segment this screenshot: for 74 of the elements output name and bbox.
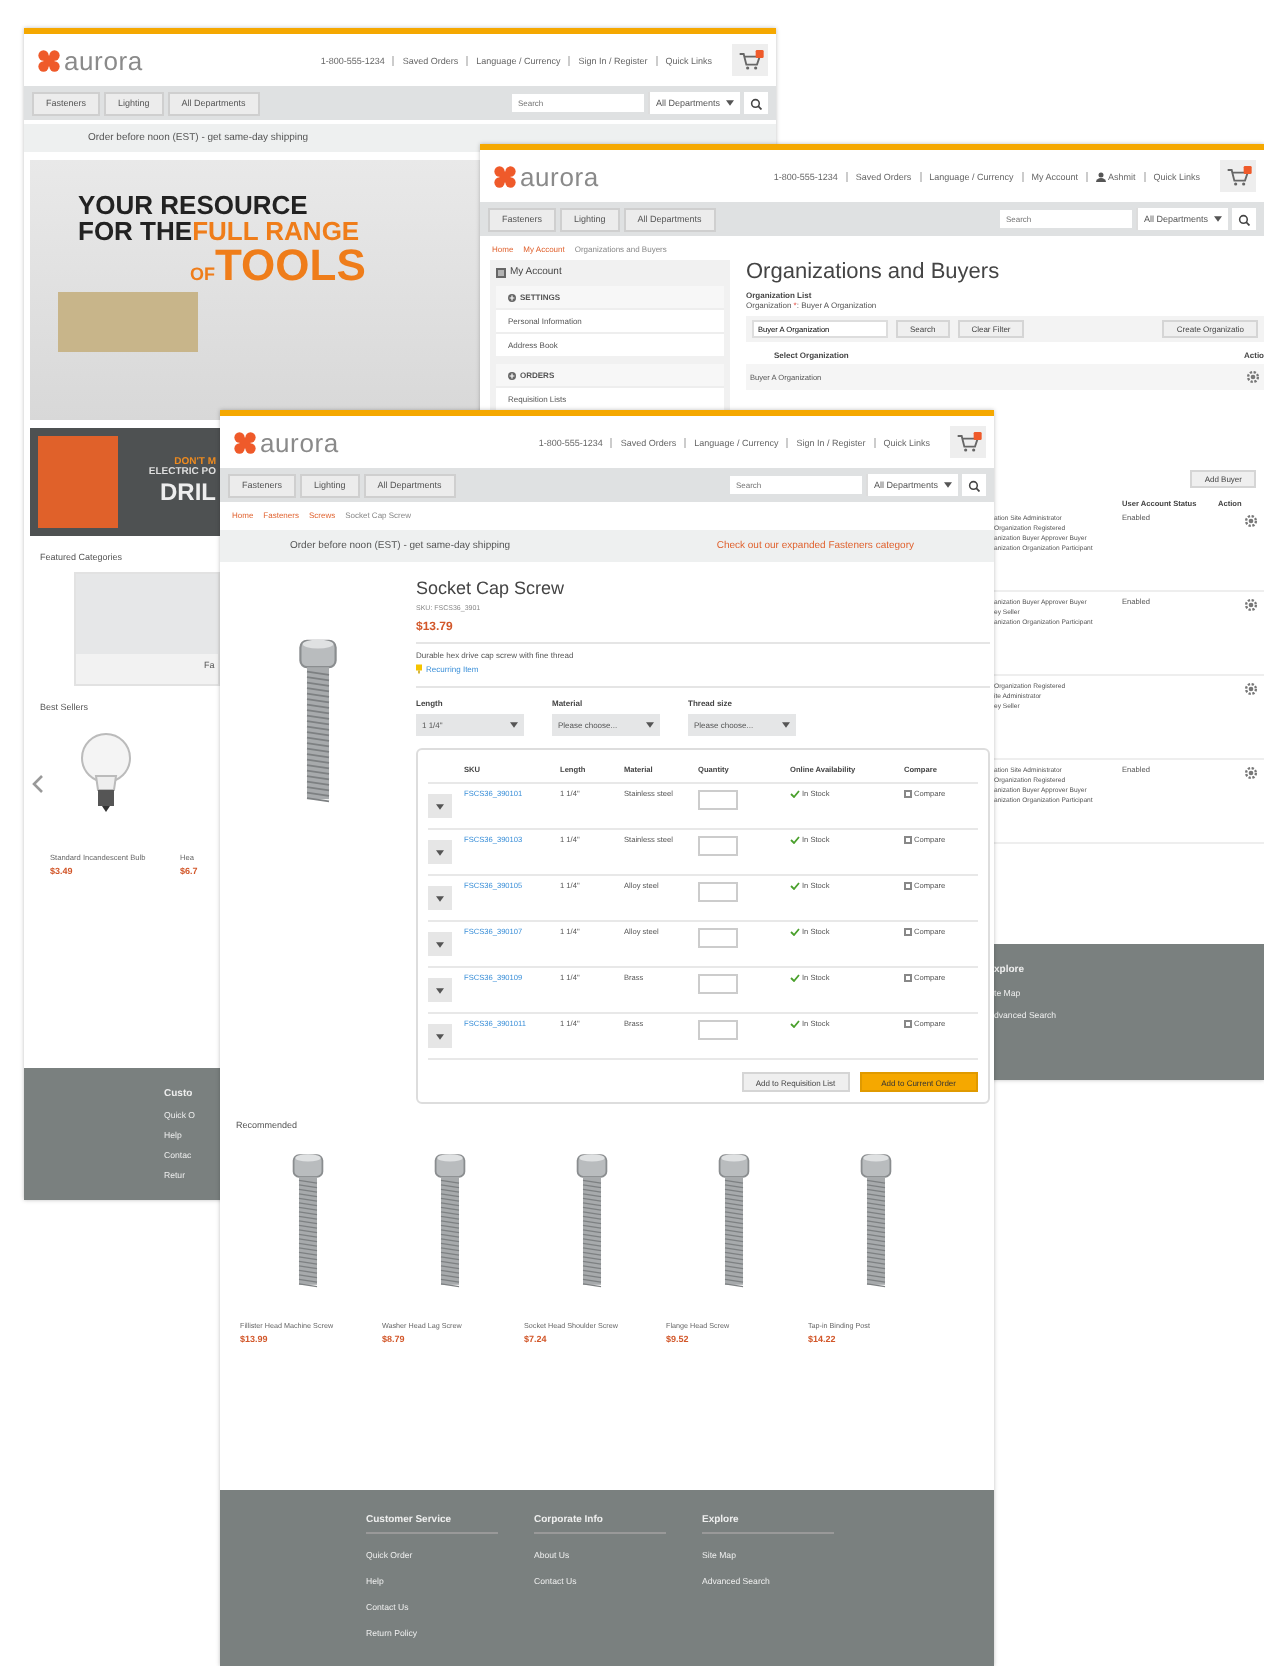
logo-text[interactable]: aurora [64, 45, 143, 75]
caret-icon [782, 722, 790, 728]
check-icon [790, 836, 800, 844]
expand-button[interactable] [428, 1024, 452, 1048]
logo-icon[interactable] [38, 49, 60, 71]
caret-icon [1214, 216, 1222, 222]
compare-checkbox[interactable] [904, 928, 912, 936]
check-icon [790, 882, 800, 890]
expand-button[interactable] [428, 886, 452, 910]
cart-icon [737, 50, 763, 70]
drill-photo-placeholder [38, 436, 118, 528]
search-button[interactable] [1232, 208, 1256, 230]
chevron-down-icon [436, 1033, 444, 1039]
nuts-photo-placeholder [76, 574, 218, 654]
banner-text: DRIL [160, 479, 216, 507]
compare-checkbox[interactable] [904, 1020, 912, 1028]
chevron-left-icon[interactable] [32, 774, 44, 794]
search-icon [750, 97, 762, 109]
quantity-field[interactable] [698, 1020, 738, 1040]
logo-text[interactable]: aurora [520, 161, 599, 191]
product-title: Socket Cap Screw [416, 578, 567, 598]
gear-icon[interactable] [1244, 598, 1258, 612]
caret-icon [646, 722, 654, 728]
tools-photo-placeholder [58, 292, 198, 352]
search-icon [968, 479, 980, 491]
logo-icon[interactable] [494, 165, 516, 187]
quantity-field[interactable] [698, 974, 738, 994]
check-icon [790, 790, 800, 798]
page-title: Organizations and Buyers [746, 260, 1002, 284]
search-button[interactable] [962, 474, 986, 496]
expand-button[interactable] [428, 932, 452, 956]
compare-checkbox[interactable] [904, 974, 912, 982]
compare-checkbox[interactable] [904, 882, 912, 890]
quantity-field[interactable] [698, 836, 738, 856]
plus-icon [508, 371, 516, 379]
quantity-field[interactable] [698, 882, 738, 902]
gear-icon[interactable] [1244, 514, 1258, 528]
cart-button[interactable] [950, 426, 986, 458]
gear-icon[interactable] [1244, 682, 1258, 696]
expand-button[interactable] [428, 794, 452, 818]
caret-icon [944, 482, 952, 488]
cart-button[interactable] [1220, 160, 1256, 192]
logo-icon[interactable] [234, 431, 256, 453]
cart-icon [1225, 166, 1251, 186]
logo-text[interactable]: aurora [260, 427, 339, 457]
hero-headline: OFTOOLS [190, 244, 366, 288]
caret-icon [726, 100, 734, 106]
gear-icon[interactable] [1244, 766, 1258, 780]
cart-icon [955, 432, 981, 452]
chevron-down-icon [436, 803, 444, 809]
expand-button[interactable] [428, 978, 452, 1002]
quantity-field[interactable] [698, 790, 738, 810]
chevron-down-icon [436, 987, 444, 993]
hero-headline: YOUR RESOURCE [78, 192, 308, 218]
search-button[interactable] [744, 92, 768, 114]
hero-headline: FOR THEFULL RANGE [78, 218, 360, 244]
pin-icon [416, 664, 422, 674]
gear-icon[interactable] [1246, 370, 1260, 384]
check-icon [790, 928, 800, 936]
user-icon [1095, 171, 1106, 181]
compare-checkbox[interactable] [904, 836, 912, 844]
check-icon [790, 1020, 800, 1028]
list-icon [496, 267, 506, 277]
chevron-down-icon [436, 941, 444, 947]
search-icon [1238, 213, 1250, 225]
plus-icon [508, 293, 516, 301]
compare-checkbox[interactable] [904, 790, 912, 798]
chevron-down-icon [436, 849, 444, 855]
cart-button[interactable] [732, 44, 768, 76]
chevron-down-icon [436, 895, 444, 901]
quantity-field[interactable] [698, 928, 738, 948]
caret-icon [510, 722, 518, 728]
check-icon [790, 974, 800, 982]
expand-button[interactable] [428, 840, 452, 864]
